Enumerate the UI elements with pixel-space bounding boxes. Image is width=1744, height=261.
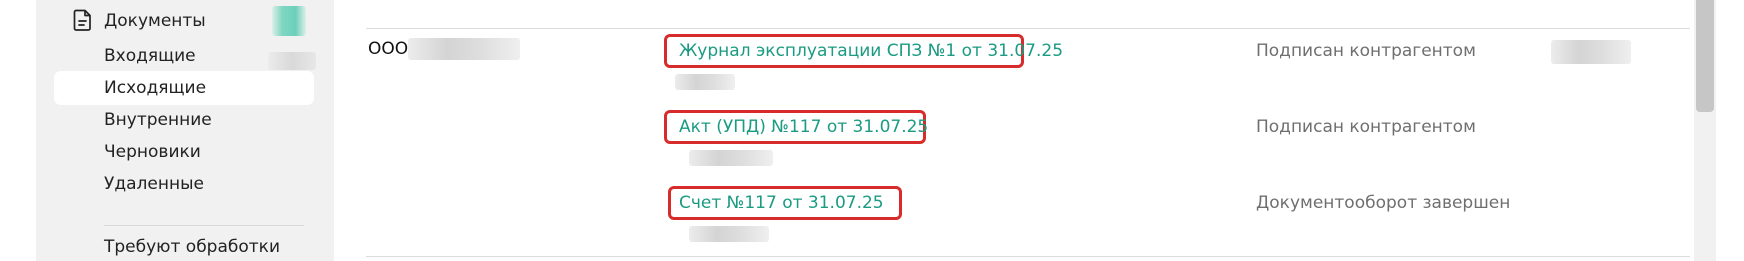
sidebar-item-label: Черновики bbox=[104, 142, 201, 162]
sidebar-item-internal[interactable]: Внутренние bbox=[54, 103, 314, 137]
documents-table: ООО Журнал эксплуатации СПЗ №1 от 31.07.… bbox=[334, 0, 1694, 261]
document-meta-redacted bbox=[689, 226, 769, 242]
document-meta-redacted bbox=[675, 74, 735, 90]
counterparty-redacted bbox=[408, 38, 520, 60]
sidebar-item-drafts[interactable]: Черновики bbox=[54, 135, 314, 169]
unread-count-badge bbox=[272, 6, 306, 36]
document-status: Документооборот завершен bbox=[1256, 193, 1511, 213]
counterparty-name: ООО bbox=[368, 39, 409, 59]
sidebar-item-deleted[interactable]: Удаленные bbox=[54, 167, 314, 201]
date-redacted bbox=[1551, 40, 1631, 64]
sidebar-item-label: Требуют обработки bbox=[104, 237, 280, 257]
sidebar-item-label: Внутренние bbox=[104, 110, 212, 130]
table-divider bbox=[366, 256, 1690, 257]
document-status: Подписан контрагентом bbox=[1256, 117, 1476, 137]
sidebar: Документы Входящие Исходящие Внутренние … bbox=[36, 0, 334, 261]
document-link[interactable]: Журнал эксплуатации СПЗ №1 от 31.07.25 bbox=[679, 40, 1063, 62]
sidebar-divider bbox=[104, 225, 304, 226]
sidebar-item-label: Входящие bbox=[104, 46, 196, 66]
sidebar-item-label: Исходящие bbox=[104, 78, 207, 98]
table-divider bbox=[366, 28, 1690, 29]
incoming-count-badge bbox=[268, 52, 316, 70]
document-link[interactable]: Акт (УПД) №117 от 31.07.25 bbox=[679, 116, 928, 138]
document-status: Подписан контрагентом bbox=[1256, 41, 1476, 61]
sidebar-item-needs-action[interactable]: Требуют обработки bbox=[54, 230, 314, 261]
documents-page: Документы Входящие Исходящие Внутренние … bbox=[0, 0, 1744, 261]
sidebar-item-outgoing[interactable]: Исходящие bbox=[54, 71, 314, 105]
sidebar-header-label: Документы bbox=[104, 11, 206, 31]
sidebar-item-label: Удаленные bbox=[104, 174, 204, 194]
scrollbar-thumb[interactable] bbox=[1696, 0, 1714, 112]
document-meta-redacted bbox=[689, 150, 773, 166]
document-link[interactable]: Счет №117 от 31.07.25 bbox=[679, 192, 884, 214]
